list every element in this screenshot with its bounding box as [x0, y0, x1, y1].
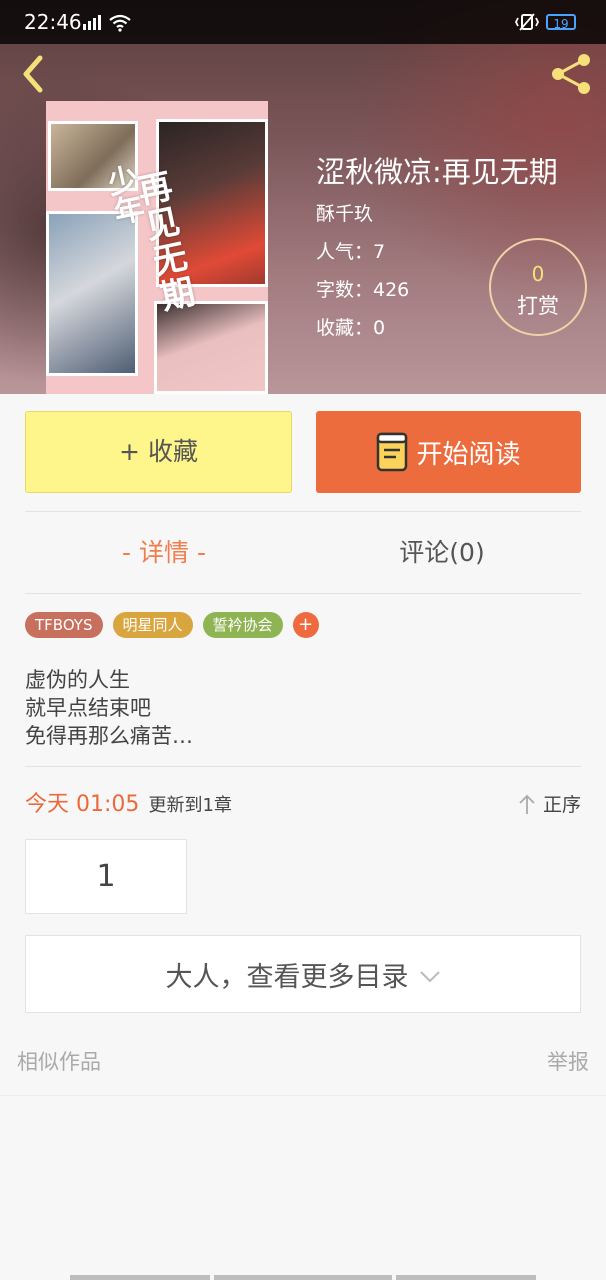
tab-detail[interactable]: - 详情 -: [25, 514, 303, 592]
tag-list: TFBOYS 明星同人 誓衿协会 +: [25, 612, 319, 638]
start-reading-label: 开始阅读: [416, 439, 521, 470]
description-line: 虚伪的人生: [25, 668, 130, 692]
similar-works-heading: 相似作品: [17, 1050, 101, 1074]
start-reading-button[interactable]: 开始阅读: [316, 411, 581, 493]
more-catalog-button[interactable]: 大人，查看更多目录: [25, 935, 581, 1013]
status-time: 22:46: [24, 10, 82, 34]
divider: [25, 766, 581, 767]
reward-button[interactable]: 0 打赏: [489, 238, 587, 336]
tag-tfboys[interactable]: TFBOYS: [25, 612, 103, 638]
chapter-item[interactable]: 1: [25, 839, 187, 914]
arrow-up-icon: [519, 794, 535, 814]
wifi-icon: [109, 14, 131, 32]
update-text: 更新到1章: [148, 795, 232, 816]
status-bar: 22:46 19: [0, 0, 606, 44]
chevron-down-icon: [419, 971, 440, 983]
book-author[interactable]: 酥千玖: [316, 196, 558, 232]
nav-bar-indicator: [396, 1275, 536, 1280]
divider: [25, 593, 581, 594]
divider: [25, 511, 581, 512]
vibrate-icon: [514, 13, 540, 31]
add-tag-button[interactable]: +: [292, 612, 319, 638]
signal-icon: [83, 15, 101, 30]
book-icon: [377, 432, 408, 472]
update-info: 今天 01:05 更新到1章 正序: [25, 786, 581, 820]
book-title: 涩秋微凉:再见无期: [316, 155, 558, 189]
tab-comments[interactable]: 评论(0): [303, 514, 581, 592]
collect-button[interactable]: + 收藏: [25, 411, 292, 493]
share-button[interactable]: [548, 50, 596, 98]
more-catalog-label: 大人，查看更多目录: [165, 961, 409, 993]
description-line: 免得再那么痛苦…: [25, 724, 193, 748]
back-button[interactable]: [14, 52, 54, 96]
book-header: 22:46 19 少年 再见无期 涩秋微凉:再见无期 酥千玖 人气：7 字数：4…: [0, 0, 606, 394]
sort-order-label: 正序: [542, 794, 581, 816]
book-cover: 少年 再见无期: [46, 101, 268, 394]
cover-photo: [154, 301, 268, 394]
tag-celebrity-fanfic[interactable]: 明星同人: [112, 612, 193, 638]
reward-count: 0: [531, 262, 545, 286]
divider: [0, 1095, 606, 1096]
update-time: 今天 01:05: [25, 792, 140, 817]
cover-photo: [46, 211, 138, 376]
battery-icon: 19: [546, 14, 576, 31]
tag-association[interactable]: 誓衿协会: [202, 612, 283, 638]
nav-bar-indicator: [214, 1275, 392, 1280]
reward-label: 打赏: [517, 294, 559, 318]
report-link[interactable]: 举报: [547, 1046, 589, 1076]
nav-bar-indicator: [70, 1275, 210, 1280]
description-line: 就早点结束吧: [25, 696, 151, 720]
sort-order-button[interactable]: 正序: [517, 790, 581, 817]
book-description: 虚伪的人生 就早点结束吧 免得再那么痛苦…: [25, 666, 193, 750]
